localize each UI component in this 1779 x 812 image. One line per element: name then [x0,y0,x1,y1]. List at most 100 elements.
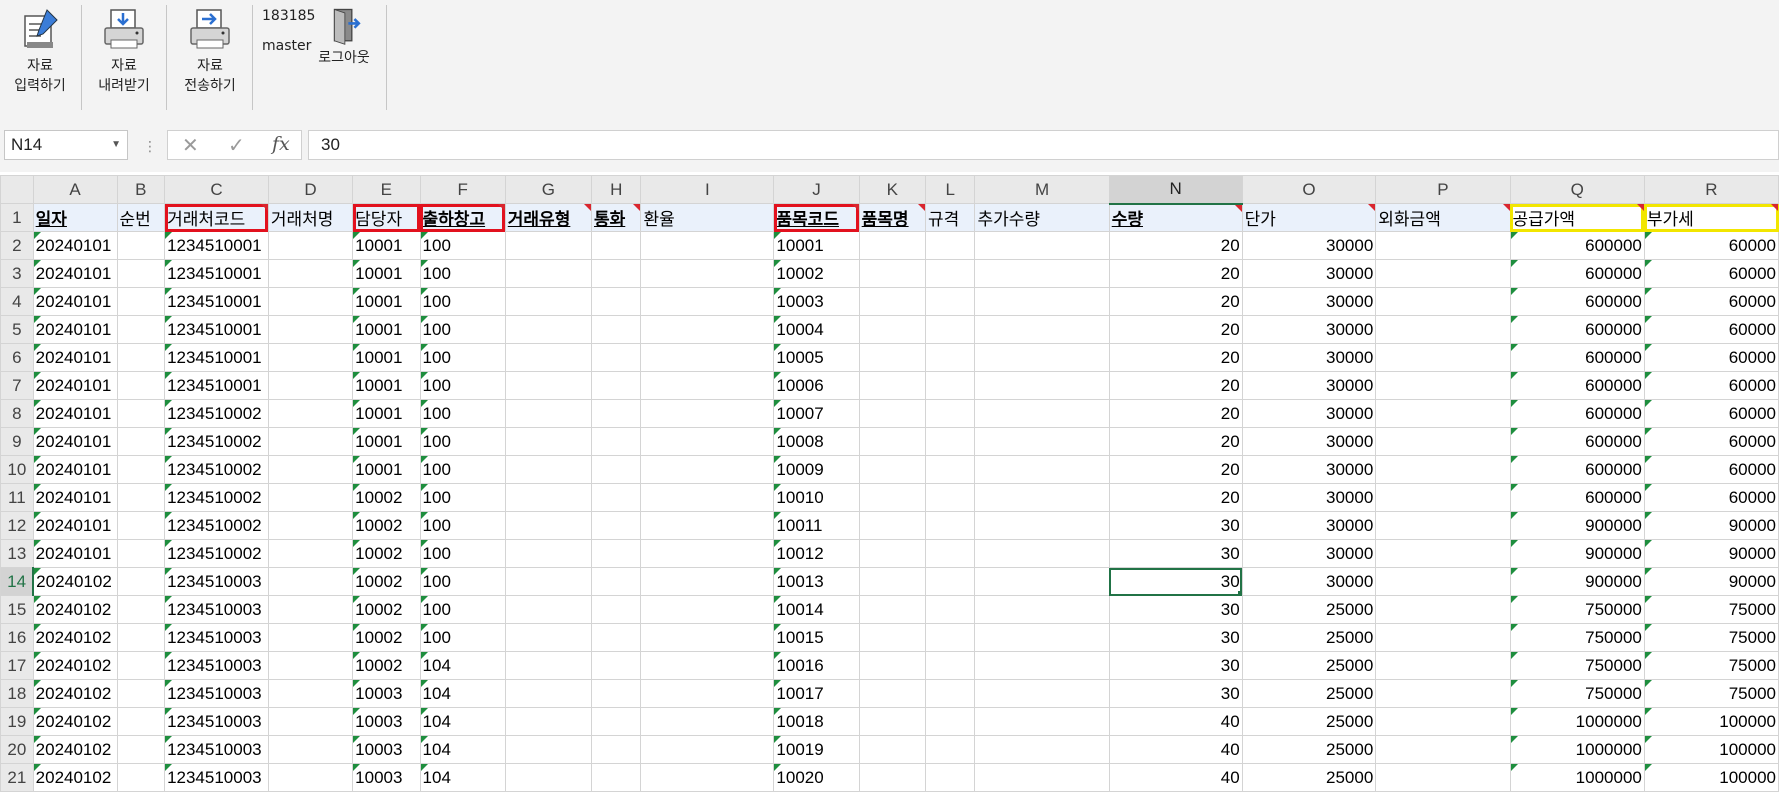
cell-p9[interactable] [1375,427,1511,456]
cell-a17[interactable]: 20240102 [32,651,118,680]
cell-k7[interactable] [858,371,927,400]
header-cell-r[interactable]: 부가세 [1643,203,1779,232]
cell-d14[interactable] [267,567,354,596]
cell-e18[interactable]: 10003 [352,679,421,708]
cell-j4[interactable]: 10003 [773,287,860,316]
name-box[interactable]: N14 ▼ [4,130,128,160]
cell-h14[interactable] [590,567,642,596]
cell-a5[interactable]: 20240101 [32,315,118,344]
header-cell-k[interactable]: 품목명 [858,203,927,232]
cell-q14[interactable]: 900000 [1509,567,1645,596]
cell-h16[interactable] [590,623,642,652]
cell-j16[interactable]: 10015 [773,623,860,652]
cell-i12[interactable] [640,511,775,540]
cell-d13[interactable] [267,539,354,568]
cell-l17[interactable] [925,651,976,680]
cell-p17[interactable] [1375,651,1511,680]
cell-o12[interactable]: 30000 [1241,511,1377,540]
cell-b15[interactable] [116,595,166,624]
cell-m6[interactable] [974,343,1110,372]
header-cell-h[interactable]: 통화 [590,203,642,232]
cell-e5[interactable]: 10001 [352,315,421,344]
cell-d3[interactable] [267,259,354,288]
more-dots-icon[interactable]: ⋮ [143,138,157,155]
cell-l10[interactable] [925,455,976,484]
cell-k15[interactable] [858,595,927,624]
header-cell-o[interactable]: 단가 [1241,203,1377,232]
row-header-2[interactable]: 2 [0,231,34,260]
cell-e9[interactable]: 10001 [352,427,421,456]
cell-f8[interactable]: 100 [419,399,506,428]
cell-m20[interactable] [974,735,1110,764]
header-cell-l[interactable]: 규격 [925,203,976,232]
cell-l19[interactable] [925,707,976,736]
row-header-5[interactable]: 5 [0,315,34,344]
cell-r7[interactable]: 60000 [1643,371,1779,400]
cell-k17[interactable] [858,651,927,680]
cell-d10[interactable] [267,455,354,484]
cell-d2[interactable] [267,231,354,260]
cell-r16[interactable]: 75000 [1643,623,1779,652]
cancel-icon[interactable]: ✕ [182,133,199,158]
row-header-10[interactable]: 10 [0,455,34,484]
cell-l7[interactable] [925,371,976,400]
cell-f21[interactable]: 104 [419,763,506,792]
cell-h2[interactable] [590,231,642,260]
cell-o18[interactable]: 25000 [1241,679,1377,708]
cell-a21[interactable]: 20240102 [32,763,118,792]
cell-r15[interactable]: 75000 [1643,595,1779,624]
cell-a12[interactable]: 20240101 [32,511,118,540]
cell-r8[interactable]: 60000 [1643,399,1779,428]
data-send-button[interactable]: 자료 전송하기 [176,6,244,96]
cell-b21[interactable] [116,763,166,792]
cell-i18[interactable] [640,679,775,708]
cell-j12[interactable]: 10011 [773,511,860,540]
cell-k16[interactable] [858,623,927,652]
column-header-e[interactable]: E [352,175,421,204]
cell-d19[interactable] [267,707,354,736]
cell-l9[interactable] [925,427,976,456]
cell-d20[interactable] [267,735,354,764]
column-header-b[interactable]: B [116,175,166,204]
cell-j21[interactable]: 10020 [773,763,860,792]
cell-e4[interactable]: 10001 [352,287,421,316]
cell-e20[interactable]: 10003 [352,735,421,764]
cell-g6[interactable] [504,343,593,372]
cell-c15[interactable]: 1234510003 [164,595,269,624]
cell-e7[interactable]: 10001 [352,371,421,400]
cell-g8[interactable] [504,399,593,428]
column-header-q[interactable]: Q [1509,175,1645,204]
cell-f16[interactable]: 100 [419,623,506,652]
cell-j7[interactable]: 10006 [773,371,860,400]
cell-m9[interactable] [974,427,1110,456]
cell-n4[interactable]: 20 [1108,287,1243,316]
cell-j2[interactable]: 10001 [773,231,860,260]
cell-g17[interactable] [504,651,593,680]
cell-q20[interactable]: 1000000 [1509,735,1645,764]
cell-c13[interactable]: 1234510002 [164,539,269,568]
cell-e10[interactable]: 10001 [352,455,421,484]
cell-m18[interactable] [974,679,1110,708]
cell-i5[interactable] [640,315,775,344]
cell-n5[interactable]: 20 [1108,315,1243,344]
cell-f12[interactable]: 100 [419,511,506,540]
cell-d12[interactable] [267,511,354,540]
cell-p20[interactable] [1375,735,1511,764]
cell-h17[interactable] [590,651,642,680]
cell-a13[interactable]: 20240101 [32,539,118,568]
cell-q18[interactable]: 750000 [1509,679,1645,708]
cell-d8[interactable] [267,399,354,428]
cell-h18[interactable] [590,679,642,708]
cell-r6[interactable]: 60000 [1643,343,1779,372]
cell-e13[interactable]: 10002 [352,539,421,568]
header-cell-g[interactable]: 거래유형 [504,203,593,232]
cell-m15[interactable] [974,595,1110,624]
cell-c14[interactable]: 1234510003 [164,567,269,596]
cell-d15[interactable] [267,595,354,624]
cell-c6[interactable]: 1234510001 [164,343,269,372]
cell-p16[interactable] [1375,623,1511,652]
cell-g15[interactable] [504,595,593,624]
cell-g7[interactable] [504,371,593,400]
cell-f17[interactable]: 104 [419,651,506,680]
cell-b6[interactable] [116,343,166,372]
